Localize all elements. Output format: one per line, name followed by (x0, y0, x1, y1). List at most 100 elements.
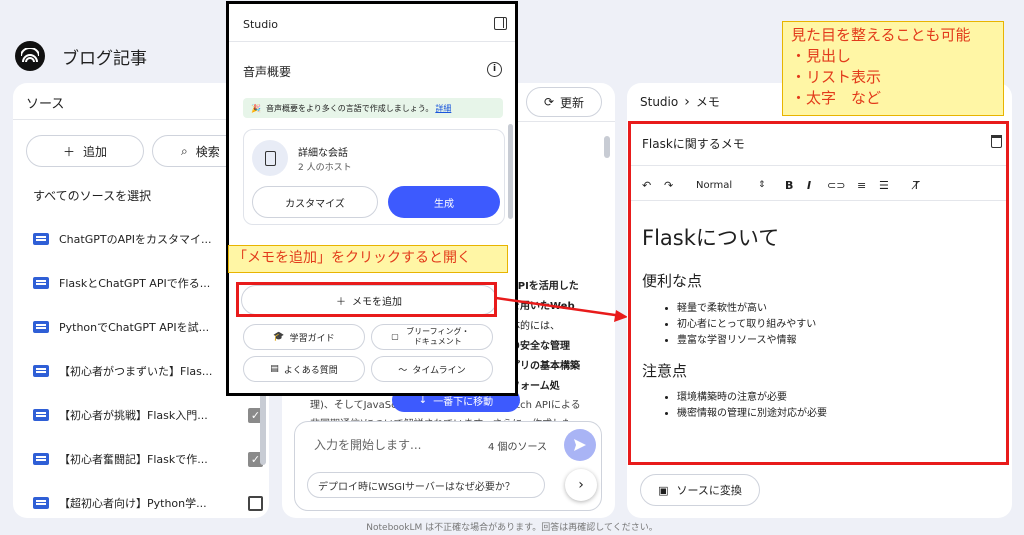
note-heading: Flaskについて (642, 226, 780, 250)
list-item: 初心者にとって取り組みやすい (677, 317, 816, 333)
style-select[interactable]: Normal (696, 180, 758, 191)
source-label: PythonでChatGPT APIを試... (59, 321, 210, 334)
note-title[interactable]: Flaskに関するメモ (642, 135, 745, 152)
studio-scrollbar[interactable] (508, 124, 513, 219)
callout-line: ・リスト表示 (791, 68, 882, 86)
source-label: 【初心者がつまずいた】Flas... (59, 365, 213, 378)
source-label: 【超初心者向け】Python学... (59, 497, 207, 510)
formatting-callout: 見た目を整えることも可能 ・見出し ・リスト表示 ・太字 など (782, 21, 1004, 116)
document-icon (33, 365, 49, 377)
list-item: 機密情報の管理に別途対応が必要 (677, 406, 827, 422)
notebooklm-logo-icon[interactable] (15, 41, 45, 71)
callout-line: ・太字 など (791, 89, 882, 107)
timeline-button[interactable]: 〜タイムライン (371, 356, 493, 382)
language-banner: 🎉 音声概要をより多くの言語で作成しましょう。 詳細 (243, 98, 503, 118)
notebook-title[interactable]: ブログ記事 (62, 44, 147, 69)
conversation-subtitle: 2 人のホスト (298, 163, 352, 173)
redo-icon[interactable]: ↷ (664, 179, 696, 192)
study-guide-button[interactable]: 🎓 学習ガイド (243, 324, 365, 350)
section-list: 軽量で柔軟性が高い 初心者にとって取り組みやすい 豊富な学習リソースや情報 (677, 301, 816, 349)
customize-button[interactable]: カスタマイズ (252, 186, 378, 218)
source-item[interactable]: 【初心者が挑戦】Flask入門... ✓ (33, 393, 263, 437)
divider (631, 200, 1006, 201)
source-count: 4 個のソース (488, 442, 548, 453)
refresh-button[interactable]: ⟳ 更新 (526, 87, 602, 117)
next-suggestion-button[interactable]: › (565, 469, 597, 501)
search-sparkle-icon: ⌕ (181, 143, 188, 158)
list-item: 環境構築時の注意が必要 (677, 390, 827, 406)
callout-line: ・見出し (791, 47, 852, 65)
breadcrumb-current: メモ (695, 95, 720, 109)
divider (631, 165, 1006, 166)
school-icon: 🎓 (273, 332, 285, 342)
send-icon (574, 439, 586, 451)
breadcrumb-studio-link[interactable]: Studio (640, 95, 678, 109)
source-label: 【初心者奮闘記】Flaskで作... (59, 453, 208, 466)
plus-icon: ＋ (62, 144, 75, 159)
arrow-down-icon: ↓ (418, 394, 428, 406)
source-label: 【初心者が挑戦】Flask入門... (59, 409, 208, 422)
refresh-icon: ⟳ (543, 95, 555, 109)
source-item[interactable]: 【初心者奮闘記】Flaskで作... ✓ (33, 437, 263, 481)
italic-icon[interactable]: I (807, 179, 827, 192)
timeline-icon: 〜 (398, 365, 408, 376)
conversation-title: 詳細な会話 (298, 148, 348, 159)
add-source-button[interactable]: ＋追加 (26, 135, 144, 167)
document-icon (33, 321, 49, 333)
link-icon[interactable]: ⊂⊃ (827, 179, 857, 192)
add-note-callout: 「メモを追加」をクリックすると開く (228, 245, 508, 273)
divider (229, 41, 515, 42)
faq-button[interactable]: ▤ よくある質問 (243, 356, 365, 382)
party-icon: 🎉 (251, 103, 261, 113)
list-item: 軽量で柔軟性が高い (677, 301, 816, 317)
bulleted-list-icon[interactable]: ☰ (879, 179, 913, 192)
chat-line: etch APIによる (510, 400, 581, 411)
document-icon (33, 277, 49, 289)
trash-icon[interactable] (991, 135, 1002, 148)
callout-line: 見た目を整えることも可能 (791, 26, 971, 44)
add-note-highlight (236, 282, 497, 317)
send-button[interactable] (564, 429, 596, 461)
document-icon (33, 453, 49, 465)
source-item[interactable]: 【超初心者向け】Python学... (33, 481, 263, 518)
section-list: 環境構築時の注意が必要 機密情報の管理に別途対応が必要 (677, 390, 827, 422)
section-title: 注意点 (642, 362, 688, 380)
faq-icon: ▤ (270, 364, 279, 374)
generate-button[interactable]: 生成 (388, 186, 500, 218)
document-icon: ▢ (391, 332, 399, 341)
numbered-list-icon[interactable]: ≡ (857, 179, 879, 192)
section-title: 便利な点 (642, 272, 703, 290)
details-link[interactable]: 詳細 (435, 103, 451, 114)
list-item: 豊富な学習リソースや情報 (677, 333, 816, 349)
studio-panel: Studio 音声概要 i 🎉 音声概要をより多くの言語で作成しましょう。 詳細… (226, 1, 518, 396)
note-editor: Flaskに関するメモ ↶ ↷ Normal ⇕ B I ⊂⊃ ≡ ☰ T̸ F… (628, 121, 1009, 465)
convert-to-source-button[interactable]: ▣ ソースに変換 (640, 474, 760, 506)
undo-icon[interactable]: ↶ (642, 179, 664, 192)
document-icon (33, 497, 49, 509)
bold-icon[interactable]: B (785, 179, 807, 192)
briefing-doc-button[interactable]: ▢ ブリーフィング・ドキュメント (371, 324, 493, 350)
breadcrumb: Studio › メモ (640, 93, 720, 110)
chat-line: フォーム処 (510, 381, 560, 392)
source-checkbox[interactable] (248, 495, 263, 511)
chat-input-box: 入力を開始します... 4 個のソース デプロイ時にWSGIサーバーはなぜ必要か… (294, 421, 602, 511)
info-icon[interactable]: i (487, 62, 502, 77)
sources-title: ソース (26, 97, 65, 112)
suggestion-chip[interactable]: デプロイ時にWSGIサーバーはなぜ必要か？ (307, 472, 545, 498)
convert-icon: ▣ (658, 483, 669, 497)
audio-card: 詳細な会話 2 人のホスト カスタマイズ 生成 (243, 129, 505, 225)
collapse-panel-icon[interactable] (494, 17, 507, 30)
chat-scrollbar[interactable] (604, 136, 610, 158)
chat-line: プリの基本構築 (510, 361, 580, 372)
callout-arrow-icon (496, 296, 628, 322)
app-header: ブログ記事 (15, 41, 147, 71)
chat-input[interactable]: 入力を開始します... (314, 436, 421, 453)
editor-toolbar: ↶ ↷ Normal ⇕ B I ⊂⊃ ≡ ☰ T̸ (642, 176, 929, 194)
chevron-right-icon: › (684, 93, 690, 110)
chat-line: 理)、そしてJavaScr (310, 400, 401, 411)
clear-format-icon[interactable]: T̸ (913, 179, 929, 192)
document-icon (33, 233, 49, 245)
chevron-right-icon: › (578, 477, 584, 493)
select-arrows-icon[interactable]: ⇕ (758, 180, 785, 190)
document-icon (33, 409, 49, 421)
